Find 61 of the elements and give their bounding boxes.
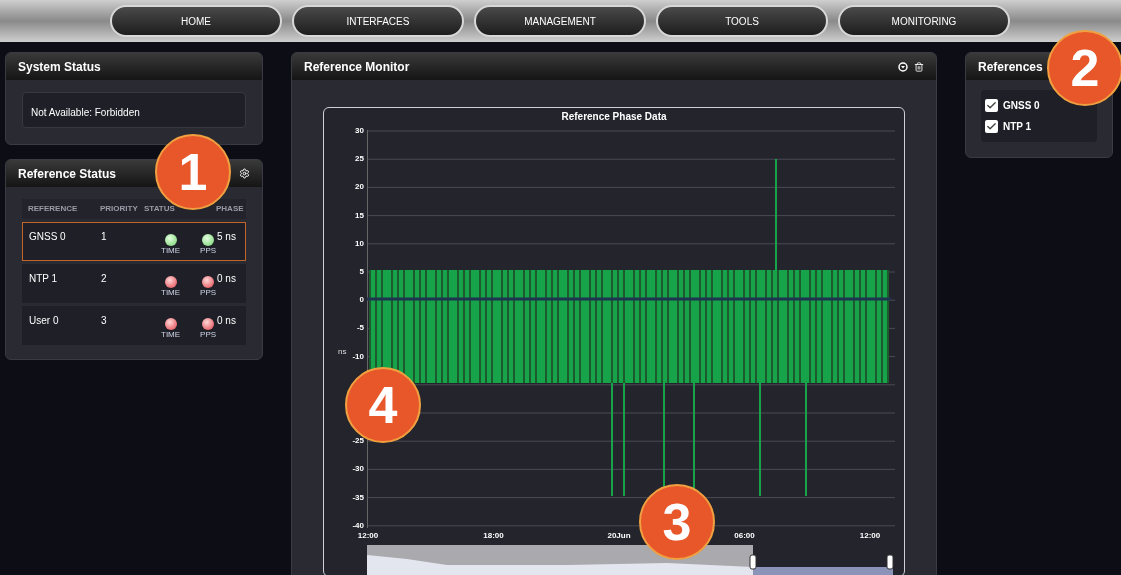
- reference-label: NTP 1: [1003, 120, 1032, 134]
- column-header: STATUS: [144, 203, 176, 215]
- chart-title: Reference Phase Data: [560, 110, 668, 124]
- priority-value: 1: [101, 230, 108, 244]
- column-header: PRIORITY: [100, 203, 139, 215]
- y-axis-label: ns: [338, 346, 347, 358]
- y-tick-label: -5: [356, 324, 364, 333]
- checkbox[interactable]: [985, 99, 998, 112]
- y-tick-label: 15: [355, 211, 364, 220]
- y-tick-label: 5: [359, 268, 364, 276]
- y-tick-label: -10: [352, 352, 364, 361]
- checkbox[interactable]: [985, 120, 998, 133]
- reference-row[interactable]: GNSS 0 1 TIME PPS 5 ns: [22, 222, 246, 261]
- y-tick-label: -40: [352, 521, 364, 530]
- nav-button[interactable]: TOOLS: [656, 5, 828, 37]
- x-tick-label: 12:00: [357, 530, 379, 542]
- reference-name: User 0: [29, 314, 60, 328]
- led-label: PPS: [200, 247, 217, 255]
- reference-row[interactable]: NTP 1 2 TIME PPS 0 ns: [22, 264, 246, 303]
- phase-value: 0 ns: [217, 314, 237, 328]
- reference-name: NTP 1: [29, 272, 59, 286]
- led-label: TIME: [161, 289, 181, 297]
- panel-title: Reference Monitor: [304, 58, 410, 76]
- x-tick-label: 06:00: [734, 530, 755, 542]
- led-label: TIME: [161, 247, 181, 255]
- reference-label: GNSS 0: [1003, 99, 1040, 113]
- phase-value: 5 ns: [217, 230, 237, 244]
- y-tick-label: -30: [352, 465, 364, 474]
- download-icon[interactable]: [898, 61, 908, 72]
- priority-value: 2: [101, 272, 108, 286]
- y-tick-label: 10: [355, 239, 364, 248]
- nav-button[interactable]: HOME: [110, 5, 282, 37]
- y-tick-label: 25: [355, 155, 364, 164]
- y-tick-label: 30: [355, 127, 364, 135]
- panel-title: Reference Status: [18, 165, 117, 183]
- column-header: REFERENCE: [28, 203, 79, 215]
- led-label: PPS: [200, 289, 217, 297]
- x-tick-label: 12:00: [859, 530, 881, 542]
- led-label: TIME: [161, 331, 181, 339]
- column-header: PHASE: [216, 203, 245, 215]
- check-icon: [986, 121, 997, 132]
- check-icon: [986, 100, 997, 111]
- nav-button[interactable]: INTERFACES: [292, 5, 464, 37]
- reference-row[interactable]: User 0 3 TIME PPS 0 ns: [22, 306, 246, 345]
- trash-icon[interactable]: [914, 61, 924, 72]
- y-tick-label: 0: [359, 296, 364, 305]
- priority-value: 3: [101, 314, 108, 328]
- y-tick-label: -25: [352, 437, 364, 446]
- nav-button[interactable]: MONITORING: [838, 5, 1010, 37]
- y-tick-label: 20: [355, 183, 364, 192]
- x-tick-label: 20Jun: [607, 530, 631, 542]
- panel-title: System Status: [18, 58, 101, 76]
- x-tick-label: 18:00: [483, 530, 504, 542]
- phase-value: 0 ns: [217, 272, 237, 286]
- panel-title: References: [978, 58, 1043, 76]
- settings-icon[interactable]: [239, 168, 250, 179]
- status-message: Not Available: Forbidden: [31, 107, 140, 118]
- nav-button[interactable]: MANAGEMENT: [474, 5, 646, 37]
- reference-name: GNSS 0: [29, 230, 67, 244]
- y-tick-label: -35: [352, 493, 364, 502]
- led-label: PPS: [200, 331, 217, 339]
